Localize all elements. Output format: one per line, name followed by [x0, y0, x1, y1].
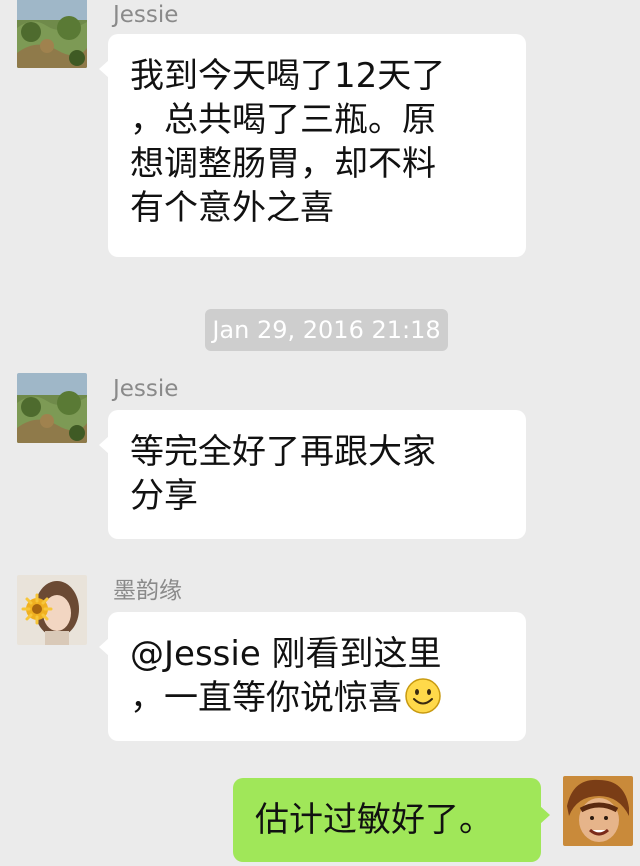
message-line: 分享	[130, 476, 198, 516]
self-avatar-icon	[563, 776, 633, 846]
message-line: 有个意外之喜	[130, 188, 334, 228]
message-line: 估计过敏好了。	[255, 800, 493, 840]
smile-emoji-icon	[404, 677, 442, 715]
message-bubble[interactable]: 等完全好了再跟大家 分享	[99, 410, 526, 539]
message-line-with-emoji: ，一直等你说惊喜	[130, 676, 508, 720]
self-avatar[interactable]	[563, 776, 633, 846]
sender-name: Jessie	[113, 376, 179, 402]
message-line: ，总共喝了三瓶。原	[130, 100, 436, 140]
jessie-avatar[interactable]	[17, 0, 87, 68]
message-line: 等完全好了再跟大家	[130, 432, 436, 472]
garden-avatar-icon	[17, 373, 87, 443]
message-line: 我到今天喝了12天了	[130, 56, 446, 96]
message-line: @Jessie 刚看到这里	[130, 634, 442, 674]
outgoing-message-bubble[interactable]: 估计过敏好了。	[233, 778, 550, 862]
timestamp-label: Jan 29, 2016 21:18	[205, 309, 448, 351]
moyunyuan-avatar[interactable]	[17, 575, 87, 645]
message-text: ，一直等你说惊喜	[130, 678, 402, 718]
jessie-avatar[interactable]	[17, 373, 87, 443]
flower-girl-avatar-icon	[17, 575, 87, 645]
garden-avatar-icon	[17, 0, 87, 68]
message-line: 想调整肠胃，却不料	[130, 144, 436, 184]
sender-name: 墨韵缘	[113, 578, 182, 604]
chat-view: Jessie 我到今天喝了12天了 ，总共喝了三瓶。原 想调整肠胃，却不料 有个…	[0, 0, 640, 866]
message-bubble[interactable]: @Jessie 刚看到这里 ，一直等你说惊喜	[99, 612, 526, 741]
sender-name: Jessie	[113, 2, 179, 28]
message-bubble[interactable]: 我到今天喝了12天了 ，总共喝了三瓶。原 想调整肠胃，却不料 有个意外之喜	[99, 34, 526, 257]
